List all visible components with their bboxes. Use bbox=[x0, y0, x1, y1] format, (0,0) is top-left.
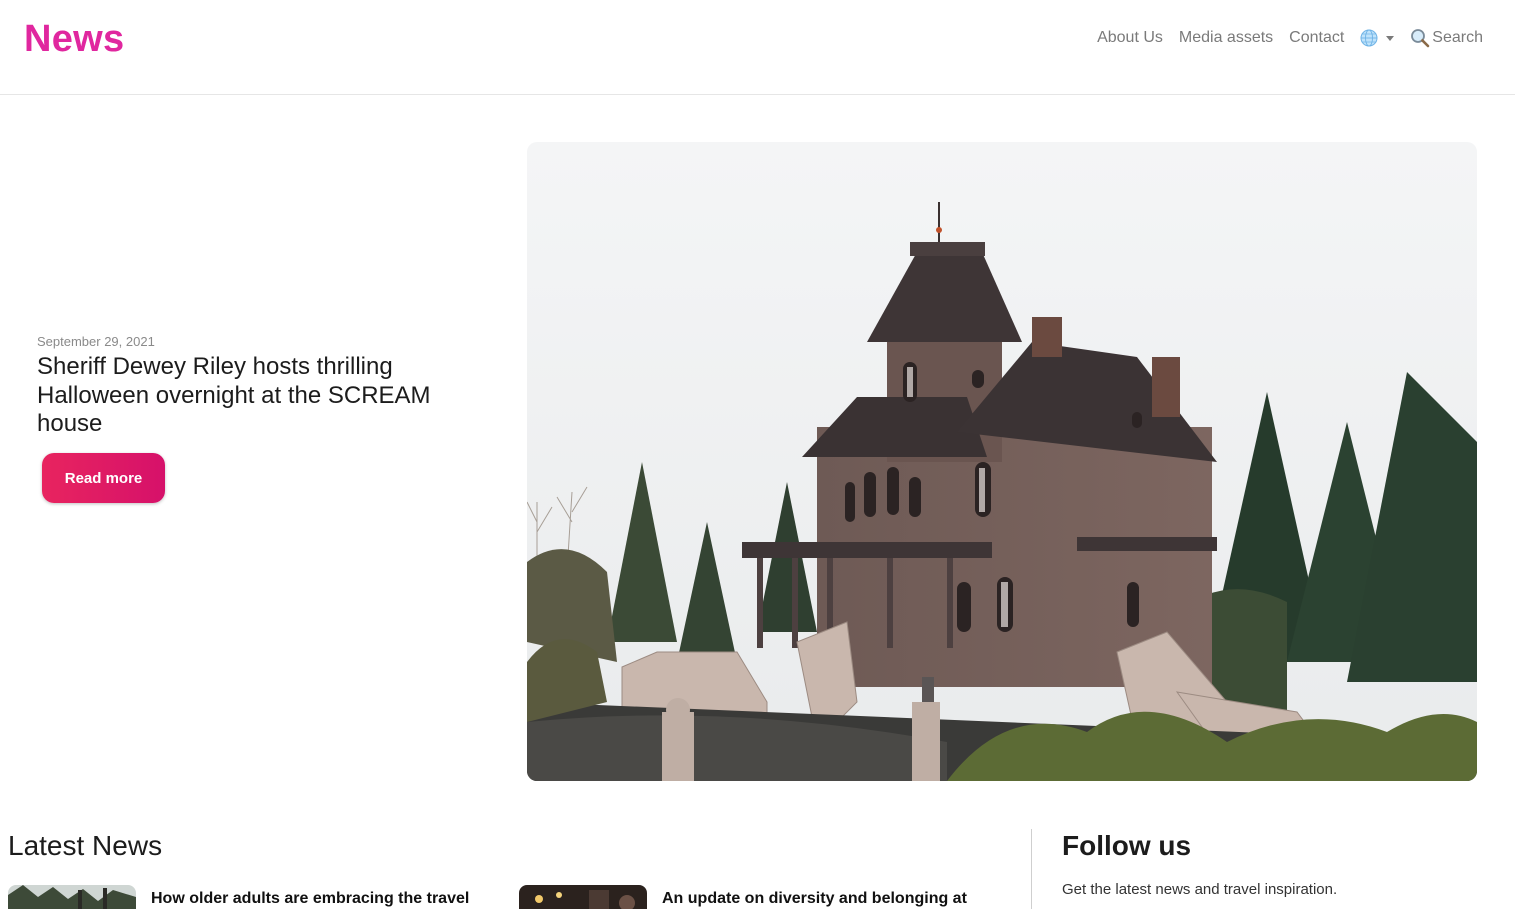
column-divider bbox=[1031, 829, 1032, 909]
hero-date: September 29, 2021 bbox=[37, 334, 155, 349]
nav-about-us[interactable]: About Us bbox=[1097, 29, 1163, 47]
follow-us-heading: Follow us bbox=[1062, 830, 1192, 861]
news-thumbnail[interactable] bbox=[8, 885, 136, 909]
news-item-title[interactable]: An update on diversity and belonging at bbox=[662, 886, 967, 909]
chevron-down-icon bbox=[1386, 35, 1395, 41]
nav-contact[interactable]: Contact bbox=[1289, 29, 1344, 47]
haunted-mansion-photo bbox=[527, 142, 1477, 781]
language-selector[interactable] bbox=[1360, 29, 1395, 47]
news-item-title[interactable]: How older adults are embracing the trave… bbox=[151, 886, 469, 909]
magnifier-icon bbox=[1411, 29, 1430, 48]
hero-title[interactable]: Sheriff Dewey Riley hosts thrilling Hall… bbox=[37, 353, 467, 439]
news-thumbnail[interactable] bbox=[519, 885, 647, 909]
follow-us-subtitle: Get the latest news and travel inspirati… bbox=[1062, 881, 1338, 898]
hero-text: September 29, 2021 Sheriff Dewey Riley h… bbox=[37, 334, 467, 439]
nav-media-assets[interactable]: Media assets bbox=[1179, 29, 1273, 47]
site-header: News About Us Media assets Contact Searc… bbox=[0, 0, 1515, 95]
globe-icon bbox=[1360, 29, 1378, 47]
search-label: Search bbox=[1432, 29, 1483, 46]
main-nav: About Us Media assets Contact Search bbox=[1097, 28, 1483, 48]
news-item[interactable]: How older adults are embracing the trave… bbox=[8, 885, 469, 909]
news-item[interactable]: An update on diversity and belonging at bbox=[519, 885, 967, 909]
latest-news-heading: Latest News bbox=[8, 830, 163, 861]
search-link[interactable]: Search bbox=[1410, 28, 1483, 48]
hero-image[interactable] bbox=[527, 142, 1477, 781]
site-logo[interactable]: News bbox=[24, 18, 124, 61]
read-more-button[interactable]: Read more bbox=[42, 453, 165, 503]
